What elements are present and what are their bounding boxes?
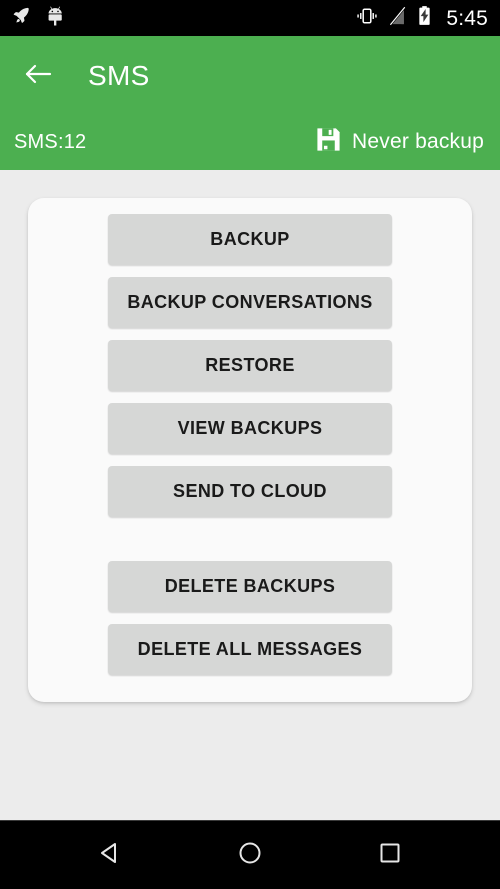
content-area: BACKUP BACKUP CONVERSATIONS RESTORE VIEW… xyxy=(0,170,500,820)
status-bar-clock: 5:45 xyxy=(446,6,488,30)
rocket-icon xyxy=(12,6,32,31)
backup-button[interactable]: BACKUP xyxy=(108,214,392,265)
nav-recents-button[interactable] xyxy=(364,829,416,881)
delete-actions-group: DELETE BACKUPS DELETE ALL MESSAGES xyxy=(28,561,472,675)
nav-home-button[interactable] xyxy=(224,829,276,881)
page-title: SMS xyxy=(88,60,150,91)
arrow-left-icon xyxy=(24,62,52,91)
delete-all-messages-button[interactable]: DELETE ALL MESSAGES xyxy=(108,624,392,675)
back-button[interactable] xyxy=(18,56,58,96)
view-backups-button[interactable]: VIEW BACKUPS xyxy=(108,403,392,454)
backup-status-button[interactable]: Never backup xyxy=(315,126,484,158)
android-robot-icon xyxy=(46,5,66,32)
backup-actions-group: BACKUP BACKUP CONVERSATIONS RESTORE VIEW… xyxy=(28,214,472,517)
status-bar-left-icons xyxy=(12,5,66,32)
square-icon xyxy=(375,838,405,873)
status-bar-right-icons: 5:45 xyxy=(356,5,488,31)
backup-status-label: Never backup xyxy=(352,130,484,153)
app-bar-top-row: SMS xyxy=(0,38,500,114)
actions-card: BACKUP BACKUP CONVERSATIONS RESTORE VIEW… xyxy=(28,198,472,702)
delete-backups-button[interactable]: DELETE BACKUPS xyxy=(108,561,392,612)
signal-off-icon xyxy=(389,6,406,31)
send-to-cloud-button[interactable]: SEND TO CLOUD xyxy=(108,466,392,517)
status-bar: 5:45 xyxy=(0,0,500,36)
circle-icon xyxy=(235,838,265,873)
restore-button[interactable]: RESTORE xyxy=(108,340,392,391)
phone-screen: 5:45 SMS SMS:12 Never backup BACKUP BACK… xyxy=(0,0,500,889)
vibrate-icon xyxy=(356,6,378,31)
triangle-left-icon xyxy=(95,838,125,873)
floppy-save-icon xyxy=(315,126,342,158)
app-bar: SMS SMS:12 Never backup xyxy=(0,36,500,170)
backup-conversations-button[interactable]: BACKUP CONVERSATIONS xyxy=(108,277,392,328)
nav-back-button[interactable] xyxy=(84,829,136,881)
app-bar-subtitle-row: SMS:12 Never backup xyxy=(0,114,500,170)
battery-charging-icon xyxy=(417,5,432,31)
android-navigation-bar xyxy=(0,820,500,889)
sms-count-label: SMS:12 xyxy=(14,130,87,153)
